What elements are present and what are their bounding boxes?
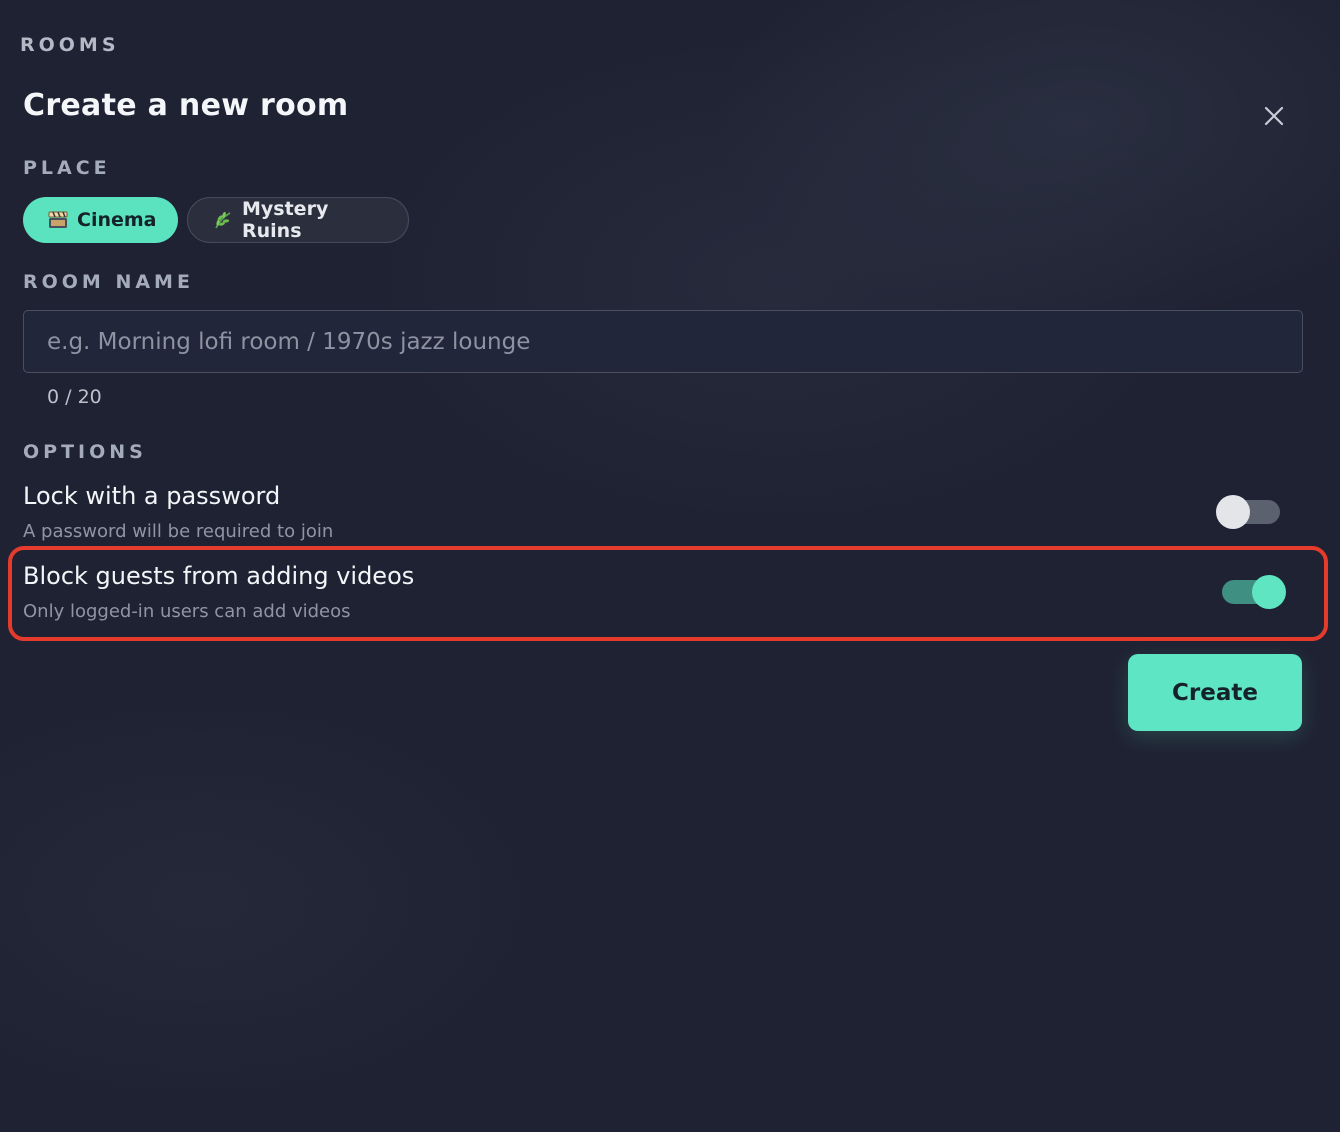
toggle-knob	[1252, 575, 1286, 609]
close-button[interactable]	[1256, 98, 1292, 134]
create-button[interactable]: Create	[1128, 654, 1302, 731]
options-label: OPTIONS	[23, 441, 147, 463]
character-counter: 0 / 20	[47, 386, 102, 408]
block-guests-toggle[interactable]	[1222, 575, 1286, 609]
password-toggle[interactable]	[1216, 495, 1282, 529]
toggle-knob	[1216, 495, 1250, 529]
place-chip-label: Mystery Ruins	[242, 198, 329, 242]
option-password-description: A password will be required to join	[23, 521, 334, 542]
highlight-box	[8, 546, 1328, 641]
cinema-icon	[47, 209, 69, 231]
place-label: PLACE	[23, 157, 111, 179]
place-chip-label: Cinema	[77, 209, 157, 231]
room-name-label: ROOM NAME	[23, 271, 194, 293]
option-block-guests-description: Only logged-in users can add videos	[23, 601, 351, 622]
place-chip-mystery-ruins[interactable]: Mystery Ruins	[187, 197, 409, 243]
place-chip-cinema[interactable]: Cinema	[23, 197, 178, 243]
close-icon	[1264, 106, 1284, 126]
option-password-title: Lock with a password	[23, 482, 281, 510]
section-label-rooms: ROOMS	[20, 34, 120, 56]
page-title: Create a new room	[23, 88, 349, 123]
room-name-input[interactable]	[23, 310, 1303, 373]
leaf-icon	[212, 209, 234, 231]
option-block-guests-title: Block guests from adding videos	[23, 562, 415, 590]
